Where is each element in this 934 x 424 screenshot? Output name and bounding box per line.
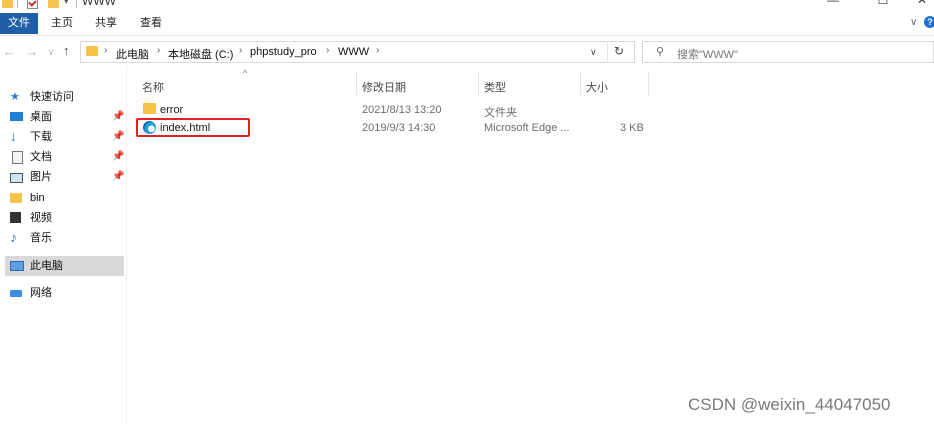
pin-icon[interactable]: 📌 [112,108,124,126]
chevron-right-icon[interactable]: › [326,45,329,56]
watermark: CSDN @weixin_44047050 [688,395,891,414]
sidebar-item-downloads[interactable]: ↓ 下载 📌 [10,128,124,146]
search-icon: ⚲ [656,46,665,58]
file-date: 2021/8/13 13:20 [362,104,442,116]
pane-divider[interactable] [126,66,127,424]
sidebar-item-label: 此电脑 [30,260,63,272]
column-header-type[interactable]: 类型 [484,79,506,95]
separator [17,0,18,8]
sort-ascending-icon: ^ [243,68,248,78]
divider [607,42,608,62]
sidebar-item-pictures[interactable]: 图片 📌 [10,168,124,186]
pictures-icon [10,173,23,183]
breadcrumb-this-pc[interactable]: 此电脑 [116,46,149,62]
folder-icon [86,46,98,56]
tab-home[interactable]: 主页 [51,13,73,34]
chevron-right-icon[interactable]: › [104,45,107,56]
window-title: WWW [82,0,116,8]
separator [76,0,77,8]
sidebar-item-label: 视频 [30,212,52,224]
tab-view[interactable]: 查看 [140,13,162,34]
help-icon[interactable]: ? [924,16,934,28]
sidebar-item-label: 快速访问 [30,91,74,103]
desktop-icon [10,112,23,121]
highlight-box [136,118,250,137]
sidebar-item-label: 下载 [30,131,52,143]
tab-file[interactable]: 文件 [0,13,38,34]
forward-button[interactable]: → [25,44,39,59]
pin-icon[interactable]: 📌 [112,128,124,146]
sidebar-item-bin[interactable]: bin [10,189,124,207]
sidebar-item-label: 音乐 [30,232,52,244]
pin-icon[interactable]: 📌 [112,148,124,166]
sidebar-item-videos[interactable]: 视频 [10,209,124,227]
video-icon [10,212,21,223]
breadcrumb-local-disk[interactable]: 本地磁盘 (C:) [168,46,233,62]
column-divider[interactable] [478,72,479,95]
star-icon: ★ [10,91,20,103]
sidebar-item-music[interactable]: ♪ 音乐 [10,229,124,247]
folder-icon [10,193,22,203]
tab-share[interactable]: 共享 [95,13,117,34]
sidebar-item-this-pc[interactable]: 此电脑 [5,256,124,276]
sidebar-item-label: 桌面 [30,111,52,123]
file-type: Microsoft Edge ... [484,122,570,134]
column-header-name[interactable]: 名称 [142,79,164,95]
customize-quick-access-icon[interactable]: ▾ [64,0,69,7]
folder-icon [2,0,13,8]
new-folder-icon[interactable] [48,0,59,8]
up-button[interactable]: ↑ [63,43,70,58]
network-icon [10,290,22,297]
search-placeholder: 搜索"WWW" [677,49,738,61]
file-type: 文件夹 [484,107,517,119]
breadcrumb-www[interactable]: WWW [338,46,369,58]
address-dropdown-button[interactable]: ∨ [590,47,597,58]
document-icon [12,151,23,164]
file-date: 2019/9/3 14:30 [362,122,436,134]
computer-icon [10,261,24,271]
file-name: error [160,104,184,116]
close-button[interactable]: ✕ [915,0,929,6]
column-divider[interactable] [356,72,357,95]
breadcrumb-phpstudy[interactable]: phpstudy_pro [250,46,317,58]
pin-icon[interactable]: 📌 [112,168,124,186]
sidebar-quick-access[interactable]: ★ 快速访问 [10,88,124,106]
column-header-size[interactable]: 大小 [586,79,608,95]
music-icon: ♪ [10,229,17,245]
back-button[interactable]: ← [2,44,16,59]
folder-icon [143,103,156,114]
sidebar-item-label: 图片 [30,171,52,183]
sidebar-item-label: 网络 [30,287,52,299]
refresh-button[interactable]: ↻ [614,44,624,58]
column-header-date[interactable]: 修改日期 [362,79,406,95]
column-divider[interactable] [580,72,581,95]
expand-ribbon-icon[interactable]: ∨ [910,17,917,28]
sidebar-item-documents[interactable]: 文档 📌 [10,148,124,166]
download-icon: ↓ [10,128,17,144]
file-size: 3 KB [620,122,644,134]
properties-icon[interactable] [27,0,38,9]
title-bar [0,0,934,12]
chevron-right-icon[interactable]: › [239,45,242,56]
sidebar-item-label: bin [30,192,45,204]
chevron-right-icon[interactable]: › [376,45,379,56]
chevron-right-icon[interactable]: › [157,45,160,56]
sidebar-item-label: 文档 [30,151,52,163]
sidebar-item-desktop[interactable]: 桌面 📌 [10,108,124,126]
sidebar-item-network[interactable]: 网络 [10,284,124,302]
column-divider[interactable] [648,72,649,95]
maximize-button[interactable]: ☐ [876,0,890,6]
recent-locations-icon[interactable]: ∨ [44,47,58,58]
minimize-button[interactable]: — [826,0,840,6]
